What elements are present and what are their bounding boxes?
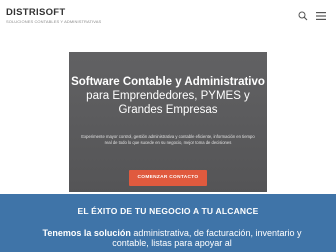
hero-card: Software Contable y Administrativo para … xyxy=(69,52,267,192)
hero-title-bold: Software Contable y Administrativo xyxy=(71,76,265,88)
hero-section: Software Contable y Administrativo para … xyxy=(0,32,336,204)
brand-logo[interactable]: DISTRISOFT xyxy=(6,7,65,18)
hero-description: Experimente mayor control, gestión admin… xyxy=(81,134,255,145)
site-header: DISTRISOFT SOLUCIONES CONTABLES Y ADMINI… xyxy=(0,0,336,32)
value-band: EL ÉXITO DE TU NEGOCIO A TU ALCANCE Tene… xyxy=(0,194,336,252)
band-text: Tenemos la solución administrativa, de f… xyxy=(24,228,320,248)
hero-title: Software Contable y Administrativo para … xyxy=(69,75,267,117)
menu-icon[interactable] xyxy=(316,12,326,20)
contact-button[interactable]: COMENZAR CONTACTO xyxy=(129,170,207,186)
hero-title-rest: para Emprendedores, PYMES y Grandes Empr… xyxy=(86,90,250,116)
brand-tagline: SOLUCIONES CONTABLES Y ADMINISTRATIVAS xyxy=(6,19,102,24)
band-text-bold: Tenemos la solución xyxy=(42,228,131,238)
band-title: EL ÉXITO DE TU NEGOCIO A TU ALCANCE xyxy=(77,206,259,216)
band-text-rest: administrativa, de facturación, inventar… xyxy=(112,228,302,248)
search-icon[interactable] xyxy=(298,11,308,21)
